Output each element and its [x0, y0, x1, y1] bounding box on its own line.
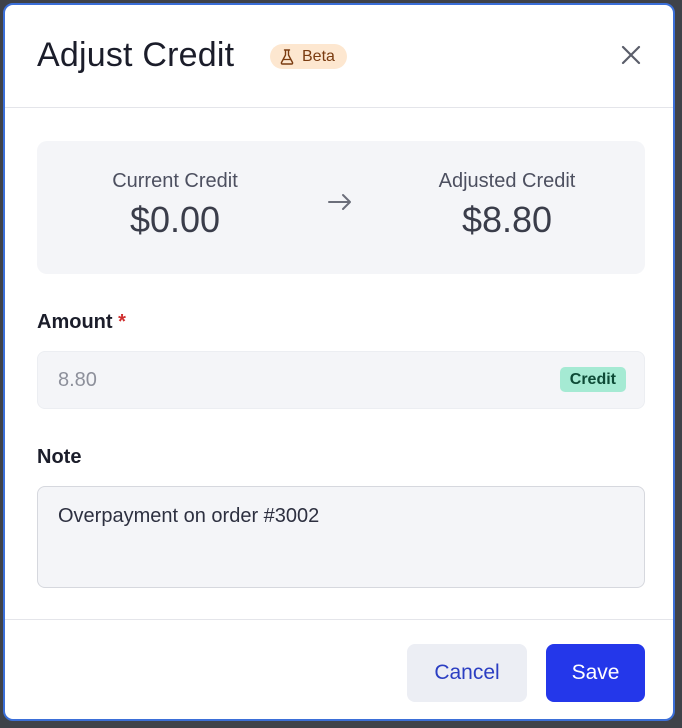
- amount-label-text: Amount: [37, 311, 113, 333]
- required-indicator: *: [118, 311, 126, 333]
- current-credit-label: Current Credit: [112, 170, 238, 192]
- current-credit: Current Credit $0.00: [45, 169, 305, 241]
- save-button[interactable]: Save: [546, 644, 645, 702]
- dialog-footer: Cancel Save: [5, 619, 673, 719]
- note-label: Note: [37, 446, 82, 468]
- arrow-right-icon: [327, 193, 353, 216]
- beta-badge-label: Beta: [302, 47, 335, 65]
- adjusted-credit-label: Adjusted Credit: [438, 170, 576, 192]
- dialog-title: Adjust Credit: [37, 36, 235, 74]
- close-icon: [621, 45, 641, 70]
- flask-icon: [280, 48, 294, 65]
- adjusted-credit: Adjusted Credit $8.80: [377, 169, 637, 241]
- adjusted-credit-value: $8.80: [461, 199, 553, 240]
- adjust-credit-dialog: Adjust Credit Beta Current Credit $0.00: [3, 3, 675, 721]
- amount-value: 8.80: [58, 369, 97, 391]
- cancel-button[interactable]: Cancel: [407, 644, 527, 702]
- dialog-header: Adjust Credit Beta: [5, 5, 673, 108]
- credit-summary-panel: Current Credit $0.00 Adjusted Credit $8.…: [37, 141, 645, 274]
- amount-label: Amount *: [37, 311, 126, 334]
- current-credit-value: $0.00: [129, 199, 221, 240]
- note-textarea[interactable]: Overpayment on order #3002: [37, 486, 645, 588]
- credit-type-tag: Credit: [559, 367, 626, 392]
- beta-badge: Beta: [270, 44, 347, 69]
- close-button[interactable]: [615, 41, 647, 73]
- amount-input[interactable]: 8.80 Credit: [37, 351, 645, 409]
